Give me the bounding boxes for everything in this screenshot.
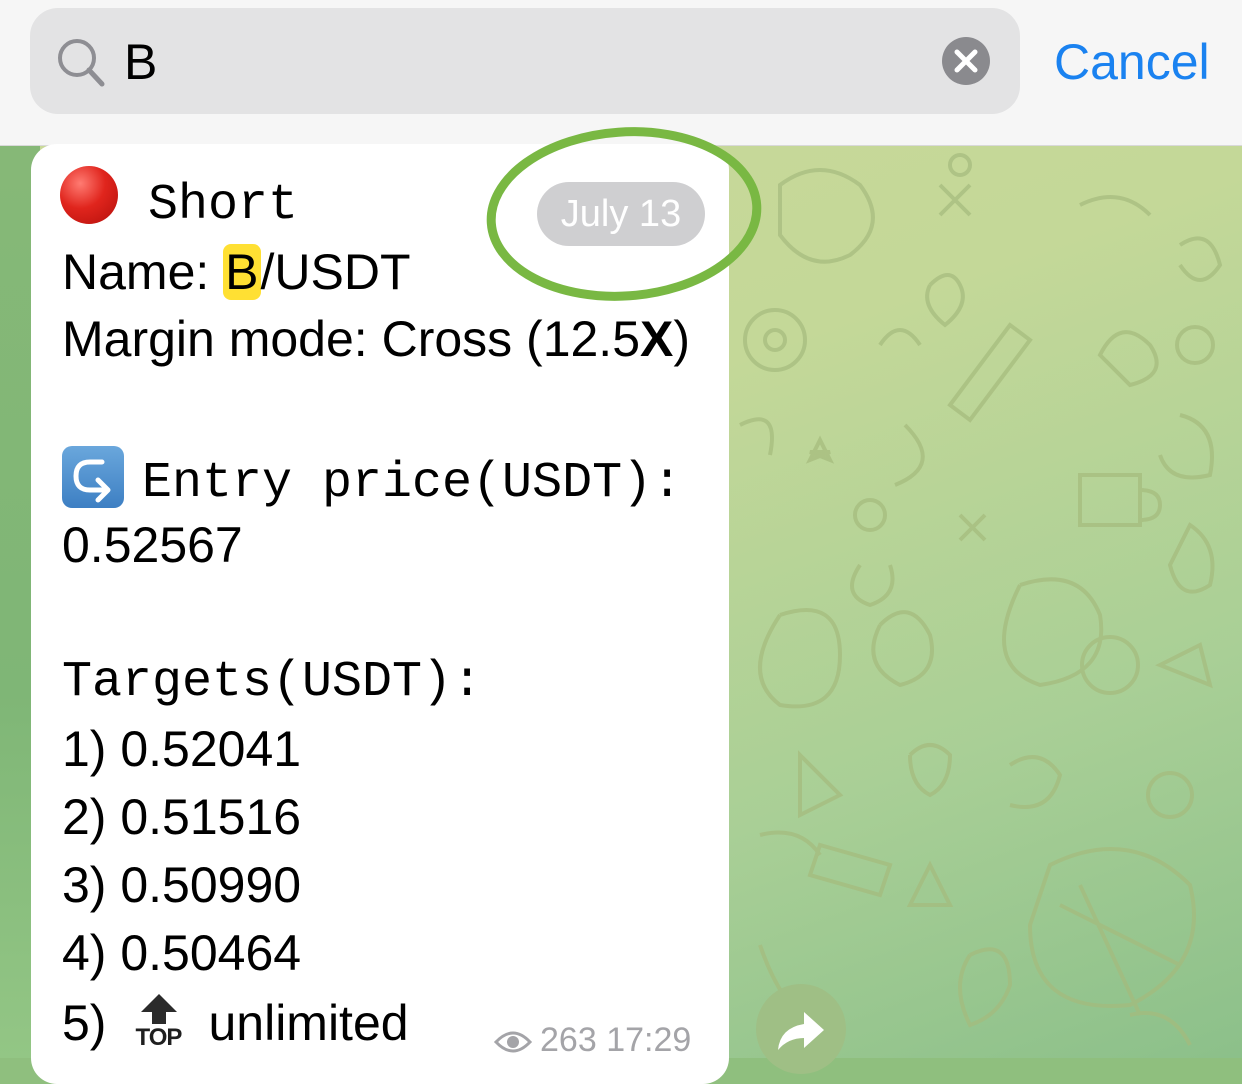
clear-search-button[interactable] <box>942 37 990 85</box>
margin-mode-x: X <box>640 311 674 367</box>
targets-label: Targets(USDT): <box>62 654 483 711</box>
pair-name-line: Name: B/USDT <box>62 243 411 301</box>
pair-name-label: Name: <box>62 244 224 300</box>
search-field[interactable] <box>30 8 1020 114</box>
margin-mode-line: Margin mode: Cross (12.5X) <box>62 310 690 368</box>
pair-name-rest: /USDT <box>260 244 411 300</box>
search-input[interactable]: B <box>124 32 157 92</box>
margin-mode-text: Margin mode: Cross (12.5 <box>62 311 641 367</box>
entry-price-label: Entry price(USDT): <box>142 455 683 512</box>
clear-icon <box>954 49 978 73</box>
entry-price-value: 0.52567 <box>62 517 243 573</box>
eye-icon <box>494 1031 532 1053</box>
message-time: 17:29 <box>606 1021 692 1059</box>
target-5-value: unlimited <box>208 995 409 1051</box>
top-icon-text: TOP <box>135 1024 182 1051</box>
target-3: 3) 0.50990 <box>62 857 302 913</box>
forward-button[interactable] <box>756 984 846 1074</box>
forward-icon <box>778 1012 824 1050</box>
entry-arrow-icon <box>62 446 124 508</box>
search-match-highlight: B <box>223 244 261 300</box>
cancel-button[interactable]: Cancel <box>1054 32 1210 92</box>
target-5: 5) TOP unlimited <box>62 992 409 1054</box>
search-icon <box>58 39 105 87</box>
entry-price-line: Entry price(USDT): <box>62 446 682 512</box>
target-4: 4) 0.50464 <box>62 925 302 981</box>
target-1: 1) 0.52041 <box>62 721 302 777</box>
annotation-circle <box>486 127 762 301</box>
margin-mode-suffix: ) <box>673 311 691 367</box>
target-5-index: 5) <box>62 995 107 1051</box>
target-2: 2) 0.51516 <box>62 789 302 845</box>
message-meta: 263 17:29 <box>494 1020 691 1060</box>
red-circle-icon <box>60 166 118 224</box>
signal-direction-line: Short <box>60 166 298 234</box>
view-count: 263 <box>540 1021 597 1059</box>
signal-direction: Short <box>148 177 299 234</box>
top-arrow-icon: TOP <box>132 992 186 1054</box>
